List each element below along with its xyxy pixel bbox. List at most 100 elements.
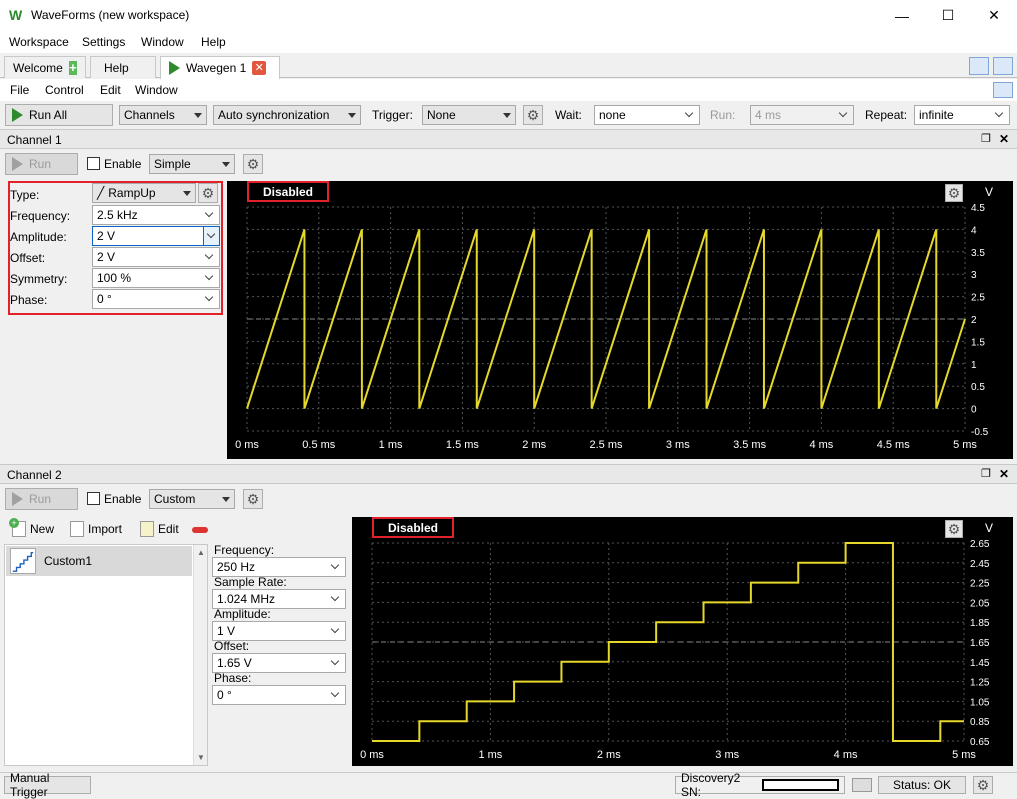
wavegen-toolbar: Run All Channels Auto synchronization Tr… [0, 101, 1017, 129]
tab-wavegen[interactable]: Wavegen 1 ✕ [160, 56, 280, 79]
wait-input[interactable]: none [594, 105, 700, 125]
y-tick-label: 2.45 [970, 559, 990, 570]
waveforms-logo-icon: W [9, 7, 23, 23]
plus-icon[interactable]: + [68, 60, 77, 75]
amplitude-input[interactable]: 2 V [92, 226, 220, 246]
chevron-down-icon [205, 273, 215, 283]
frequency-label: Frequency: [10, 209, 71, 223]
restore-icon[interactable] [993, 82, 1013, 98]
menu-instrument-window[interactable]: Window [135, 83, 178, 97]
run-duration-input[interactable]: 4 ms [750, 105, 854, 125]
y-tick-label: 0.85 [970, 717, 990, 728]
channel1-plot[interactable]: 0 ms 0.5 ms 1 ms 1.5 ms 2 ms 2.5 ms 3 ms 3.5 ms… [227, 181, 1013, 459]
run-all-button[interactable]: Run All [5, 104, 113, 126]
channel1-plot-svg: 0 ms 0.5 ms 1 ms 1.5 ms 2 ms 2.5 ms 3 ms 3.5 ms… [235, 203, 989, 451]
channel2-enable-checkbox[interactable] [87, 492, 100, 505]
instrument-menu: File Control Edit Window [0, 79, 1017, 101]
status-bar: Manual Trigger Discovery2 SN: Status: OK… [0, 771, 1017, 799]
ch2-offset-input[interactable]: 1.65 V [212, 653, 346, 673]
list-scrollbar[interactable]: ▲ ▼ [193, 545, 207, 765]
channels-dropdown[interactable]: Channels [119, 105, 207, 125]
channel1-mode-value: Simple [154, 157, 191, 171]
remove-icon[interactable] [192, 527, 208, 533]
amplitude-dropdown-toggle[interactable] [203, 227, 219, 245]
chevron-down-icon [205, 252, 215, 262]
trigger-dropdown[interactable]: None [422, 105, 516, 125]
channel2-header: Channel 2 ❐ ✕ [0, 464, 1017, 484]
close-tab-icon[interactable]: ✕ [252, 61, 267, 75]
channel2-run-button[interactable]: Run [5, 488, 78, 510]
menu-file[interactable]: File [10, 83, 29, 97]
play-icon [12, 157, 23, 171]
frequency-input[interactable]: 2.5 kHz [92, 205, 220, 225]
type-settings-gear-icon[interactable]: ⚙ [198, 183, 218, 203]
menu-settings[interactable]: Settings [82, 35, 125, 49]
minimize-button[interactable]: — [879, 0, 925, 31]
import-button[interactable]: Import [70, 521, 122, 537]
frequency-value: 2.5 kHz [97, 208, 138, 222]
menu-window[interactable]: Window [141, 35, 184, 49]
y-tick-label: 2 [971, 315, 977, 326]
y-tick-label: 2.5 [971, 293, 985, 304]
channel1-plot-gear-icon[interactable]: ⚙ [945, 184, 963, 202]
tile-icon[interactable] [993, 57, 1013, 75]
channel1-disabled-badge: Disabled [247, 181, 330, 202]
close-window-button[interactable]: ✕ [971, 0, 1017, 31]
device-icon[interactable] [852, 778, 872, 792]
ch2-phase-value: 0 ° [217, 688, 232, 702]
edit-label: Edit [158, 522, 179, 536]
manual-trigger-button[interactable]: Manual Trigger [4, 771, 91, 799]
channel1-mode-dropdown[interactable]: Simple [149, 154, 235, 174]
ch2-phase-input[interactable]: 0 ° [212, 685, 346, 705]
maximize-button[interactable]: ☐ [925, 0, 971, 31]
channel1-settings-gear-icon[interactable]: ⚙ [243, 154, 263, 174]
trigger-settings-gear-icon[interactable]: ⚙ [523, 105, 543, 125]
status-indicator: Status: OK [878, 776, 966, 794]
ch2-frequency-input[interactable]: 250 Hz [212, 557, 346, 577]
tab-help[interactable]: Help [90, 56, 156, 78]
float-panel-icon[interactable]: ❐ [981, 467, 991, 480]
offset-label: Offset: [214, 639, 250, 653]
symmetry-label: Symmetry: [10, 272, 68, 286]
channel2-mode-dropdown[interactable]: Custom [149, 489, 235, 509]
scroll-down-icon[interactable]: ▼ [197, 753, 205, 762]
scroll-up-icon[interactable]: ▲ [197, 548, 205, 557]
menu-workspace[interactable]: Workspace [9, 35, 69, 49]
close-panel-icon[interactable]: ✕ [999, 132, 1009, 146]
status-gear-icon[interactable]: ⚙ [973, 776, 993, 794]
channel1-run-button[interactable]: Run [5, 153, 78, 175]
close-panel-icon[interactable]: ✕ [999, 467, 1009, 481]
cascade-icon[interactable] [969, 57, 989, 75]
menu-control[interactable]: Control [45, 83, 84, 97]
sync-label: Auto synchronization [218, 108, 330, 122]
float-panel-icon[interactable]: ❐ [981, 132, 991, 145]
phase-input[interactable]: 0 ° [92, 289, 220, 309]
tab-welcome-label: Welcome [13, 60, 63, 75]
device-indicator[interactable]: Discovery2 SN: [675, 771, 845, 799]
sample-rate-input[interactable]: 1.024 MHz [212, 589, 346, 609]
menu-help[interactable]: Help [201, 35, 226, 49]
chevron-down-icon [205, 294, 215, 304]
new-button[interactable]: + New [9, 518, 54, 537]
chevron-down-icon [839, 110, 849, 120]
type-dropdown[interactable]: ╱ RampUp [92, 183, 196, 203]
y-tick-label: 1.25 [970, 678, 990, 689]
custom-waveform-list[interactable]: Custom1 ▲ ▼ [4, 544, 208, 766]
channel2-plot[interactable]: 0 ms 1 ms 2 ms 3 ms 4 ms 5 ms 2.65 2.45 2.25 2.05… [352, 517, 1013, 766]
ch2-amplitude-input[interactable]: 1 V [212, 621, 346, 641]
symmetry-input[interactable]: 100 % [92, 268, 220, 288]
y-tick-label: 1.85 [970, 618, 990, 629]
list-item[interactable]: Custom1 [6, 546, 192, 576]
edit-button[interactable]: Edit [140, 521, 179, 537]
y-tick-label: 4.5 [971, 203, 985, 214]
channel1-enable-checkbox[interactable] [87, 157, 100, 170]
menu-edit[interactable]: Edit [100, 83, 121, 97]
sync-dropdown[interactable]: Auto synchronization [213, 105, 361, 125]
run-all-label: Run All [29, 108, 68, 122]
channel2-settings-gear-icon[interactable]: ⚙ [243, 489, 263, 509]
channel2-plot-gear-icon[interactable]: ⚙ [945, 520, 963, 538]
ch2-offset-value: 1.65 V [217, 656, 252, 670]
offset-input[interactable]: 2 V [92, 247, 220, 267]
tab-welcome[interactable]: Welcome + [4, 56, 86, 78]
repeat-input[interactable]: infinite [914, 105, 1010, 125]
